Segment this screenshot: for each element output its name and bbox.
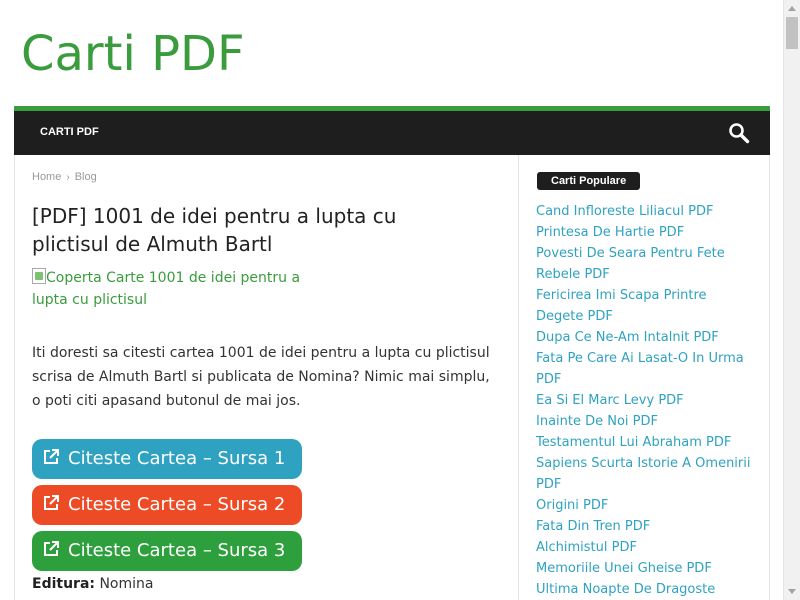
page-content: Home › Blog [PDF] 1001 de idei pentru a lu… bbox=[14, 155, 770, 600]
breadcrumb-current[interactable]: Blog bbox=[75, 171, 97, 183]
read-button-label: Citeste Cartea – Sursa 2 bbox=[68, 494, 286, 515]
read-button-label: Citeste Cartea – Sursa 1 bbox=[68, 448, 286, 469]
read-button-label: Citeste Cartea – Sursa 3 bbox=[68, 540, 286, 561]
read-button-source-1[interactable]: Citeste Cartea – Sursa 1 bbox=[32, 439, 302, 479]
publisher-label: Editura: bbox=[32, 576, 95, 592]
popular-book-link[interactable]: Memoriile Unei Gheise PDF bbox=[536, 558, 756, 579]
popular-book-link[interactable]: Dupa Ce Ne-Am Intalnit PDF bbox=[536, 327, 756, 348]
breadcrumb: Home › Blog bbox=[32, 171, 97, 183]
popular-book-link[interactable]: Alchimistul PDF bbox=[536, 537, 756, 558]
popular-book-link[interactable]: Inainte De Noi PDF bbox=[536, 411, 756, 432]
popular-book-link[interactable]: Sapiens Scurta Istorie A Omenirii PDF bbox=[536, 453, 756, 495]
breadcrumb-separator: › bbox=[66, 172, 70, 183]
book-cover-alt-text: Coperta Carte 1001 de idei pentru a lupt… bbox=[32, 270, 301, 308]
popular-book-link[interactable]: Origini PDF bbox=[536, 495, 756, 516]
book-cover-image[interactable]: Coperta Carte 1001 de idei pentru a lupt… bbox=[32, 267, 322, 311]
read-button-source-3[interactable]: Citeste Cartea – Sursa 3 bbox=[32, 531, 302, 571]
scroll-down-arrow-icon[interactable] bbox=[784, 583, 800, 600]
nav-item-carti-pdf[interactable]: CARTI PDF bbox=[40, 126, 99, 138]
external-link-icon bbox=[44, 495, 59, 510]
popular-book-link[interactable]: Fata Din Tren PDF bbox=[536, 516, 756, 537]
popular-book-link[interactable]: Fata Pe Care Ai Lasat-O In Urma PDF bbox=[536, 348, 756, 390]
column-divider bbox=[518, 155, 519, 600]
popular-book-link[interactable]: Printesa De Hartie PDF bbox=[536, 222, 756, 243]
search-icon[interactable] bbox=[728, 122, 750, 144]
post-intro: Iti doresti sa citesti cartea 1001 de id… bbox=[32, 345, 490, 409]
read-button-source-2[interactable]: Citeste Cartea – Sursa 2 bbox=[32, 485, 302, 525]
popular-book-link[interactable]: Ultima Noapte De Dragoste bbox=[536, 579, 756, 600]
broken-image-icon bbox=[32, 268, 46, 284]
popular-book-link[interactable]: Testamentul Lui Abraham PDF bbox=[536, 432, 756, 453]
widget-title-popular: Carti Populare bbox=[537, 172, 641, 190]
external-link-icon bbox=[44, 541, 59, 556]
scroll-up-arrow-icon[interactable] bbox=[784, 0, 800, 17]
publisher-info: Editura: Nomina bbox=[32, 576, 153, 592]
site-logo[interactable]: Carti PDF bbox=[21, 26, 245, 82]
popular-book-link[interactable]: Fericirea Imi Scapa Printre Degete PDF bbox=[536, 285, 756, 327]
page-scrollbar[interactable] bbox=[783, 0, 800, 600]
external-link-icon bbox=[44, 449, 59, 464]
scrollbar-thumb[interactable] bbox=[786, 17, 798, 49]
publisher-value: Nomina bbox=[99, 576, 154, 592]
popular-book-link[interactable]: Cand Infloreste Liliacul PDF bbox=[536, 201, 756, 222]
popular-book-link[interactable]: Povesti De Seara Pentru Fete Rebele PDF bbox=[536, 243, 756, 285]
popular-books-list: Cand Infloreste Liliacul PDF Printesa De… bbox=[536, 201, 756, 600]
post-title: [PDF] 1001 de idei pentru a lupta cu pli… bbox=[32, 204, 397, 256]
breadcrumb-home[interactable]: Home bbox=[32, 171, 61, 183]
main-navigation: CARTI PDF bbox=[14, 111, 770, 155]
popular-book-link[interactable]: Ea Si El Marc Levy PDF bbox=[536, 390, 756, 411]
